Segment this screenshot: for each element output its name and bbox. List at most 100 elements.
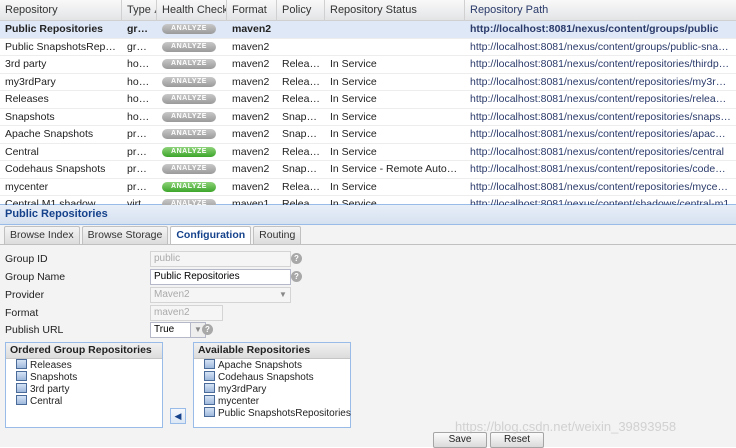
- format-cell: maven2: [232, 58, 270, 70]
- policy-cell: [277, 21, 325, 38]
- format-field[interactable]: maven2: [150, 305, 223, 321]
- table-row[interactable]: Snapshots hosted ANALYZE maven2 Snapshot In S…: [0, 109, 736, 126]
- column-header-status[interactable]: Repository Status: [325, 0, 465, 20]
- repository-icon: [16, 371, 27, 381]
- repository-name-cell: Apache Snapshots: [5, 128, 94, 140]
- status-cell: [325, 21, 465, 38]
- repository-name-cell: Snapshots: [5, 110, 55, 123]
- column-header-policy[interactable]: Policy: [277, 0, 325, 20]
- list-item-label: 3rd party: [30, 384, 70, 395]
- path-cell: http://localhost:8081/nexus/content/repo…: [470, 110, 736, 123]
- status-cell: In Service - Remote Automaticall...: [330, 163, 465, 175]
- table-row[interactable]: Public Repositories group ANALYZE maven2 htt…: [0, 21, 736, 39]
- ordered-list-title: Ordered Group Repositories: [6, 343, 162, 359]
- table-row[interactable]: my3rdPary hosted ANALYZE maven2 Release In Se…: [0, 74, 736, 91]
- path-cell: http://localhost:8081/nexus/content/grou…: [470, 40, 736, 53]
- analyze-button[interactable]: ANALYZE: [162, 59, 216, 70]
- analyze-button[interactable]: ANALYZE: [162, 146, 216, 157]
- reset-button[interactable]: Reset: [490, 432, 544, 448]
- policy-cell: Release: [282, 145, 321, 158]
- available-list-title: Available Repositories: [194, 343, 350, 359]
- table-row[interactable]: Central proxy ANALYZE maven2 Release In Servi…: [0, 144, 736, 161]
- tab-configuration[interactable]: Configuration: [170, 226, 252, 245]
- repository-name-cell: Releases: [5, 93, 49, 105]
- move-left-button[interactable]: ◀: [170, 408, 186, 424]
- list-item[interactable]: 3rd party: [6, 383, 162, 395]
- tab-browse-index[interactable]: Browse Index: [4, 226, 80, 244]
- table-row[interactable]: Public SnapshotsReposito... group ANALYZE m…: [0, 39, 736, 56]
- list-item[interactable]: Public SnapshotsRepositories: [194, 407, 351, 419]
- list-item-label: my3rdPary: [218, 384, 267, 395]
- list-item[interactable]: mycenter: [194, 395, 350, 407]
- group-id-field[interactable]: public: [150, 251, 291, 267]
- list-item[interactable]: Snapshots: [6, 371, 162, 383]
- column-header-repository[interactable]: Repository: [0, 0, 122, 20]
- health-check-cell: ANALYZE: [157, 56, 227, 73]
- tab-routing[interactable]: Routing: [253, 226, 302, 244]
- grid-header: Repository Type▲ Health Check Format Pol…: [0, 0, 736, 21]
- help-icon[interactable]: ?: [202, 324, 213, 335]
- repository-icon: [204, 359, 215, 369]
- analyze-button[interactable]: ANALYZE: [162, 129, 216, 140]
- group-name-label: Group Name: [5, 271, 66, 283]
- policy-cell: Release: [282, 180, 321, 193]
- health-check-cell: ANALYZE: [157, 74, 227, 91]
- format-cell: maven2: [232, 180, 270, 193]
- health-check-cell: ANALYZE: [157, 179, 227, 196]
- status-cell: In Service: [330, 93, 377, 105]
- list-item[interactable]: Apache Snapshots: [194, 359, 350, 371]
- column-header-health-check[interactable]: Health Check: [157, 0, 227, 20]
- repository-icon: [16, 359, 27, 369]
- tab-browse-storage[interactable]: Browse Storage: [81, 226, 169, 244]
- analyze-button[interactable]: ANALYZE: [162, 181, 216, 192]
- format-cell: maven2: [232, 75, 270, 88]
- path-cell: http://localhost:8081/nexus/content/repo…: [470, 163, 736, 175]
- policy-cell: Release: [282, 58, 321, 70]
- status-cell: In Service: [330, 180, 377, 193]
- list-item[interactable]: Codehaus Snapshots: [194, 371, 350, 383]
- repository-icon: [204, 407, 215, 417]
- table-row[interactable]: 3rd party hosted ANALYZE maven2 Release In Se…: [0, 56, 736, 74]
- format-cell: maven2: [232, 163, 270, 175]
- list-item[interactable]: Releases: [6, 359, 162, 371]
- list-item-label: Public SnapshotsRepositories: [218, 408, 351, 419]
- analyze-button[interactable]: ANALYZE: [162, 41, 216, 52]
- column-header-path[interactable]: Repository Path: [465, 0, 736, 20]
- status-cell: [325, 39, 465, 56]
- help-icon[interactable]: ?: [291, 253, 302, 264]
- analyze-button[interactable]: ANALYZE: [162, 111, 216, 122]
- available-repositories-list[interactable]: Available Repositories Apache Snapshots C…: [193, 342, 351, 428]
- repository-name-cell: 3rd party: [5, 58, 47, 70]
- type-cell: hosted: [127, 58, 157, 70]
- analyze-button[interactable]: ANALYZE: [162, 94, 216, 105]
- table-row[interactable]: Codehaus Snapshots proxy ANALYZE maven2 Snap…: [0, 161, 736, 179]
- detail-tabs: Browse Index Browse Storage Configuratio…: [4, 226, 303, 245]
- list-item[interactable]: my3rdPary: [194, 383, 350, 395]
- table-row[interactable]: Releases hosted ANALYZE maven2 Release In Ser…: [0, 91, 736, 109]
- publish-url-select[interactable]: True ▼: [150, 322, 206, 338]
- list-item-label: Central: [30, 396, 63, 407]
- list-item-label: Apache Snapshots: [218, 360, 302, 371]
- list-item[interactable]: Central: [6, 395, 162, 407]
- group-name-field[interactable]: Public Repositories: [150, 269, 291, 285]
- save-button[interactable]: Save: [433, 432, 487, 448]
- health-check-cell: ANALYZE: [157, 21, 227, 38]
- table-row[interactable]: Apache Snapshots proxy ANALYZE maven2 Snapsh…: [0, 126, 736, 144]
- column-header-format[interactable]: Format: [227, 0, 277, 20]
- repository-name-cell: Central: [5, 145, 39, 158]
- table-row[interactable]: mycenter proxy ANALYZE maven2 Release In Serv…: [0, 179, 736, 196]
- policy-cell: [277, 39, 325, 56]
- type-cell: hosted: [127, 110, 157, 123]
- analyze-button[interactable]: ANALYZE: [162, 24, 216, 35]
- provider-select[interactable]: Maven2 ▼: [150, 287, 291, 303]
- analyze-button[interactable]: ANALYZE: [162, 76, 216, 87]
- analyze-button[interactable]: ANALYZE: [162, 164, 216, 175]
- status-cell: In Service: [330, 128, 377, 140]
- format-cell: maven2: [232, 145, 270, 158]
- column-header-type[interactable]: Type▲: [122, 0, 157, 20]
- health-check-cell: ANALYZE: [157, 39, 227, 56]
- help-icon[interactable]: ?: [291, 271, 302, 282]
- ordered-group-repositories-list[interactable]: Ordered Group Repositories Releases Snaps…: [5, 342, 163, 428]
- format-cell: maven2: [232, 93, 270, 105]
- repository-name-cell: my3rdPary: [5, 75, 56, 88]
